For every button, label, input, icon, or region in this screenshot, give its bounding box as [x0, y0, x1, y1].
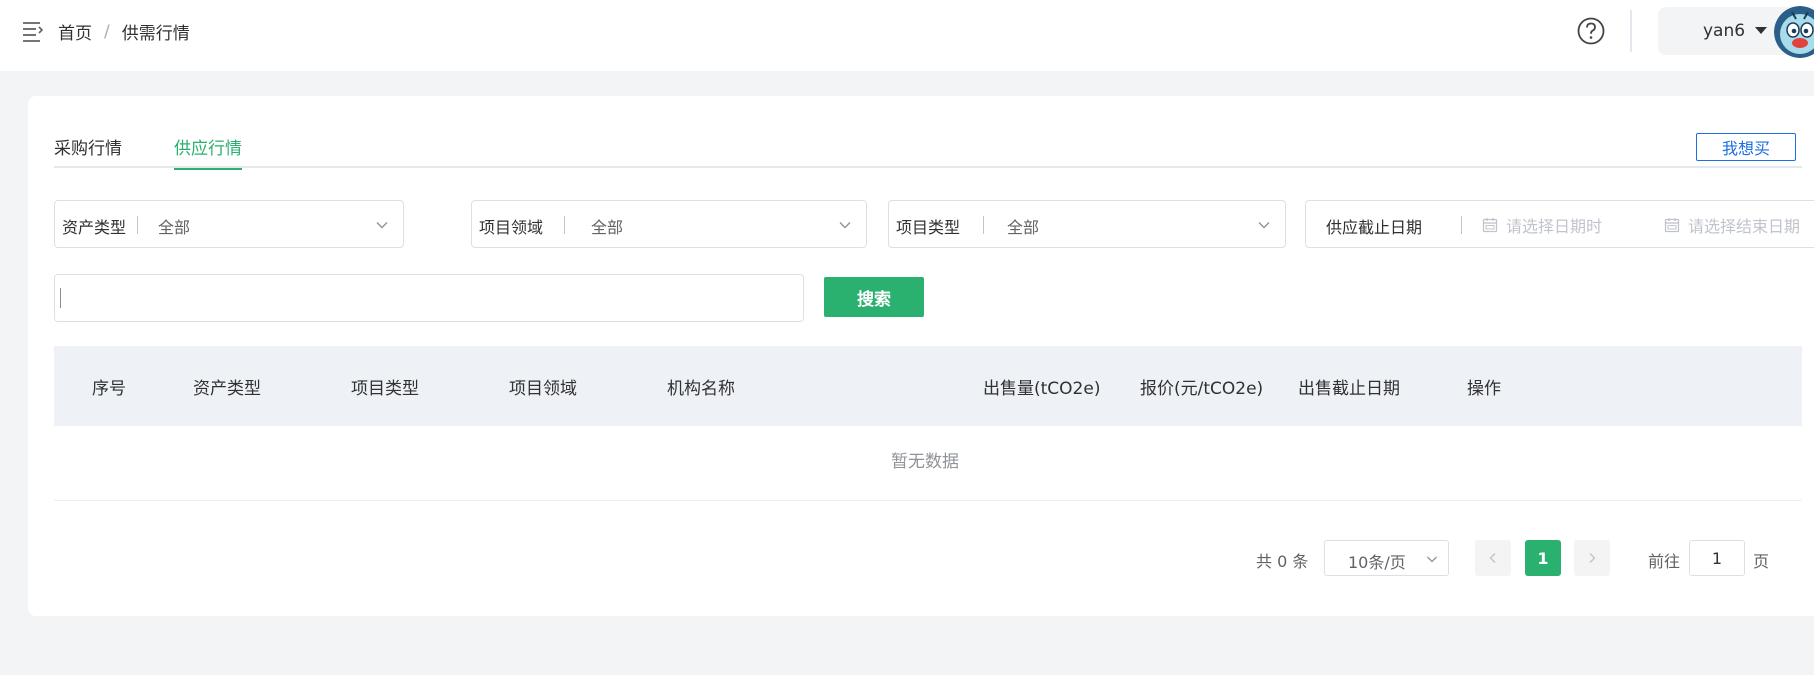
breadcrumb-separator: / [104, 21, 110, 42]
page-number-button[interactable]: 1 [1525, 540, 1561, 576]
column-header-project-type: 项目类型 [351, 379, 419, 399]
column-header-sale-deadline: 出售截止日期 [1298, 379, 1400, 399]
chevron-down-icon [839, 222, 851, 229]
help-circle-icon[interactable] [1576, 16, 1606, 46]
search-input[interactable] [54, 274, 804, 322]
header-divider [1630, 10, 1632, 52]
asset-type-value: 全部 [158, 218, 191, 237]
menu-fold-icon[interactable] [22, 20, 46, 42]
chevron-down-icon [1258, 222, 1270, 229]
top-header: 首页 / 供需行情 yan6 [0, 0, 1814, 71]
table-header: 序号 资产类型 项目类型 项目领域 机构名称 出售量(tCO2e) 报价(元/t… [54, 346, 1802, 426]
prev-page-button[interactable] [1475, 540, 1511, 576]
page-size-value: 10条/页 [1348, 553, 1406, 572]
main-card: 采购行情 供应行情 我想买 资产类型 全部 项目领域 全部 项目类型 全部 供应… [28, 96, 1814, 616]
column-header-price: 报价(元/tCO2e) [1140, 379, 1264, 399]
start-date-input[interactable]: 请选择日期时 [1482, 213, 1642, 237]
search-button[interactable]: 搜索 [824, 277, 924, 317]
column-header-org-name: 机构名称 [667, 379, 735, 399]
calendar-icon [1482, 218, 1498, 233]
breadcrumb-current: 供需行情 [121, 24, 190, 44]
project-type-label: 项目类型 [896, 218, 961, 237]
project-field-label: 项目领域 [479, 218, 544, 237]
column-header-sale-volume: 出售量(tCO2e) [983, 379, 1101, 399]
goto-suffix: 页 [1753, 552, 1770, 571]
empty-text: 暂无数据 [891, 452, 959, 472]
project-field-value: 全部 [591, 218, 624, 237]
next-page-button[interactable] [1574, 540, 1610, 576]
goto-label: 前往 [1648, 552, 1681, 571]
deadline-date-range: 供应截止日期 请选择日期时 请选择结束日期 [1305, 200, 1814, 248]
chevron-down-icon [1427, 556, 1437, 563]
label-divider [983, 216, 984, 234]
project-type-select[interactable]: 项目类型 全部 [888, 200, 1286, 248]
want-buy-button[interactable]: 我想买 [1696, 133, 1796, 161]
asset-type-label: 资产类型 [62, 218, 127, 237]
project-type-value: 全部 [1007, 218, 1040, 237]
project-field-select[interactable]: 项目领域 全部 [471, 200, 867, 248]
breadcrumb: 首页 / 供需行情 [58, 19, 190, 45]
breadcrumb-home[interactable]: 首页 [58, 19, 92, 44]
caret-down-icon [1755, 27, 1767, 34]
end-date-placeholder: 请选择结束日期 [1688, 217, 1801, 236]
deadline-label: 供应截止日期 [1326, 218, 1423, 237]
asset-type-select[interactable]: 资产类型 全部 [54, 200, 404, 248]
tab-supply-market[interactable]: 供应行情 [174, 134, 242, 170]
chevron-right-icon [1589, 553, 1596, 563]
goto-page-input[interactable] [1689, 540, 1745, 576]
table-empty: 暂无数据 [54, 426, 1802, 501]
end-date-input[interactable]: 请选择结束日期 [1664, 213, 1809, 237]
chevron-left-icon [1489, 553, 1496, 563]
label-divider [137, 216, 138, 234]
tab-bar: 采购行情 供应行情 [54, 134, 1802, 170]
calendar-icon [1664, 218, 1680, 233]
label-divider [564, 216, 565, 234]
column-header-index: 序号 [92, 379, 126, 399]
total-count: 共 0 条 [1256, 552, 1309, 571]
username: yan6 [1703, 21, 1746, 41]
column-header-asset-type: 资产类型 [193, 379, 261, 399]
column-header-project-field: 项目领域 [509, 379, 577, 399]
chevron-down-icon [376, 222, 388, 229]
label-divider [1461, 216, 1462, 234]
start-date-placeholder: 请选择日期时 [1506, 217, 1603, 236]
text-cursor [60, 288, 61, 308]
page-size-select[interactable]: 10条/页 [1324, 540, 1449, 576]
column-header-actions: 操作 [1467, 379, 1501, 399]
tab-purchase-market[interactable]: 采购行情 [54, 134, 122, 168]
